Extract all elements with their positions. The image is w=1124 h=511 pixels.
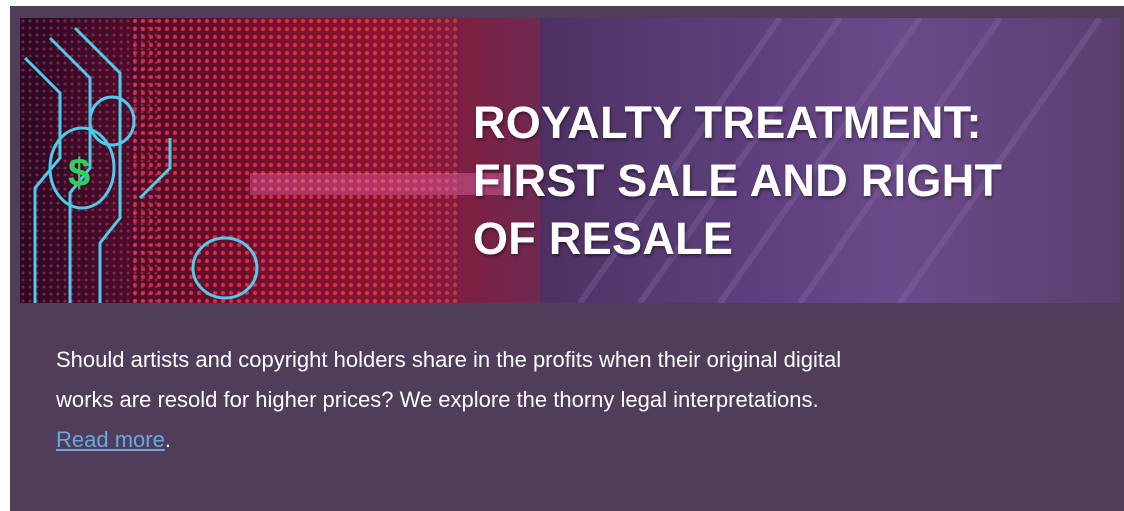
headline-line-2: FIRST SALE AND RIGHT [473, 155, 1003, 206]
summary-line-1: Should artists and copyright holders sha… [56, 347, 842, 372]
article-card: $ ROYALTY TREATMENT: FIRST SALE AND RIGH… [10, 6, 1124, 511]
read-more-link[interactable]: Read more [56, 427, 165, 452]
read-more-line: Read more. [56, 420, 1116, 460]
dollar-sign-icon: $ [68, 151, 90, 195]
article-summary: Should artists and copyright holders sha… [56, 340, 1116, 460]
hero-banner-image: $ ROYALTY TREATMENT: FIRST SALE AND RIGH… [20, 18, 1120, 303]
headline-line-1: ROYALTY TREATMENT: [473, 97, 982, 148]
read-more-suffix: . [164, 427, 171, 452]
headline: ROYALTY TREATMENT: FIRST SALE AND RIGHT … [473, 94, 1093, 268]
summary-line-2: works are resold for higher prices? We e… [56, 387, 819, 412]
headline-line-3: OF RESALE [473, 213, 734, 264]
